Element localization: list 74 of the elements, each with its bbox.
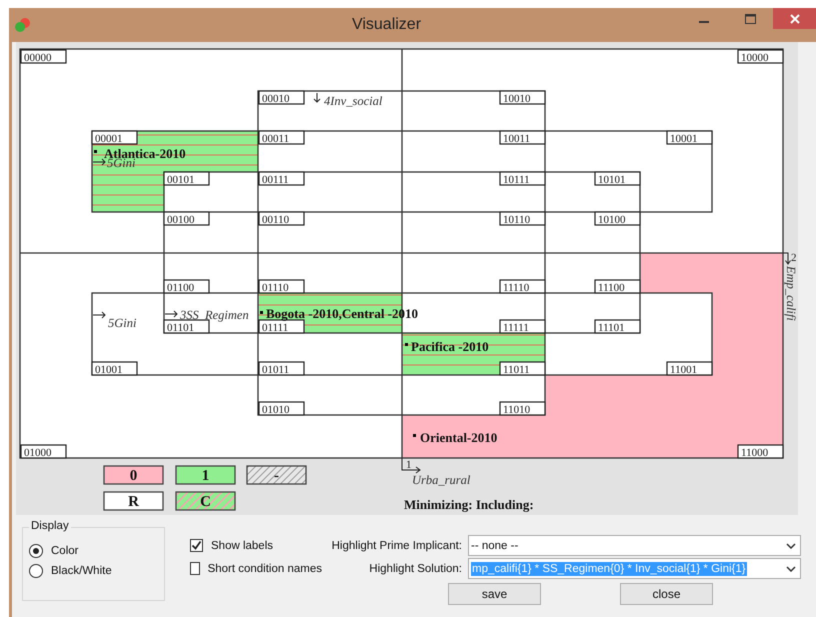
cell-code: 01000 xyxy=(20,444,67,459)
checkbox-option[interactable]: Show labels xyxy=(190,535,322,556)
legend-swatch: R xyxy=(103,491,164,511)
cell-code: 11001 xyxy=(666,361,713,376)
axis-number: 1 xyxy=(406,459,412,471)
cell-code: 01101 xyxy=(163,319,210,334)
cell-code: 10100 xyxy=(594,211,641,226)
cell-code: 00111 xyxy=(258,171,305,186)
check-icon xyxy=(191,540,202,551)
cell-code: 01010 xyxy=(258,401,305,416)
arrow-icon xyxy=(164,310,178,318)
chevron-icon xyxy=(786,542,796,548)
axis-arrow xyxy=(782,252,791,265)
field-label: Highlight Solution: xyxy=(368,562,463,574)
checkbox-option[interactable]: Short condition names xyxy=(190,558,322,579)
bullet-icon xyxy=(260,311,263,314)
save-button[interactable]: save xyxy=(448,583,541,605)
legend-swatch: 0 xyxy=(103,465,164,485)
bullet-icon xyxy=(405,343,408,346)
case-label: Oriental-2010 xyxy=(420,430,498,445)
status-text: Minimizing: Including: xyxy=(404,497,534,512)
cell-code: 00100 xyxy=(163,211,210,226)
cell-code: 00110 xyxy=(258,211,305,226)
cell-code: 00101 xyxy=(163,171,210,186)
close-button[interactable]: close xyxy=(620,583,713,605)
legend-swatch: C xyxy=(175,491,236,511)
cell-code: 10001 xyxy=(666,130,713,145)
cell-code: 11010 xyxy=(499,401,546,416)
cell-code: 01100 xyxy=(163,279,210,294)
axis-arrow xyxy=(402,458,421,474)
axis-number: 2 xyxy=(791,252,796,264)
cell-code: 00001 xyxy=(91,130,138,145)
chevron-icon xyxy=(786,566,796,572)
cell-code: 10000 xyxy=(737,49,784,64)
app-icon xyxy=(14,16,32,32)
field-label: Highlight Prime Implicant: xyxy=(330,540,463,552)
axis-label: Urba_rural xyxy=(412,473,470,487)
legend-swatch: 1 xyxy=(175,465,236,485)
cell-code: 00011 xyxy=(258,130,305,145)
cell-code: 10101 xyxy=(594,171,641,186)
arrow-icon xyxy=(92,312,106,318)
cell-code: 11100 xyxy=(594,279,641,294)
cell-code: 10011 xyxy=(499,130,546,145)
radio-option[interactable]: Color xyxy=(29,541,164,561)
radio-option[interactable]: Black/White xyxy=(29,561,164,581)
cell-code: 01001 xyxy=(91,361,138,376)
prime-implicant-dropdown[interactable]: -- none -- xyxy=(468,535,801,556)
close-icon xyxy=(790,14,800,24)
cell-code: 11111 xyxy=(499,319,546,334)
cell-code: 01110 xyxy=(258,279,305,294)
cell-code: 11101 xyxy=(594,319,641,334)
condition-label: 5Gini xyxy=(108,316,136,330)
cell-code: 00010 xyxy=(258,90,305,105)
arrow-icon xyxy=(92,158,106,166)
cell-code: 10010 xyxy=(499,90,546,105)
axis-label: Emp_califi xyxy=(784,266,798,321)
cell-code: 10110 xyxy=(499,211,546,226)
cell-code: 11000 xyxy=(737,444,784,459)
condition-label: 3SS_Regimen xyxy=(180,308,249,322)
cell-code: 10111 xyxy=(499,171,546,186)
bullet-icon xyxy=(94,150,97,153)
group-title: Display xyxy=(29,520,71,532)
cell-code: 11110 xyxy=(499,279,546,294)
arrow-icon xyxy=(314,92,320,103)
cell-code: 11011 xyxy=(499,361,546,376)
condition-label: 4Inv_social xyxy=(324,94,382,108)
cell-code: 00000 xyxy=(20,49,67,64)
maximize-icon xyxy=(744,14,756,24)
close-button[interactable] xyxy=(773,8,816,29)
bullet-icon xyxy=(413,434,416,437)
cell-code: 01011 xyxy=(258,361,305,376)
legend-swatch: - xyxy=(246,465,307,485)
window-title: Visualizer xyxy=(350,16,422,34)
minimize-icon xyxy=(699,21,709,23)
